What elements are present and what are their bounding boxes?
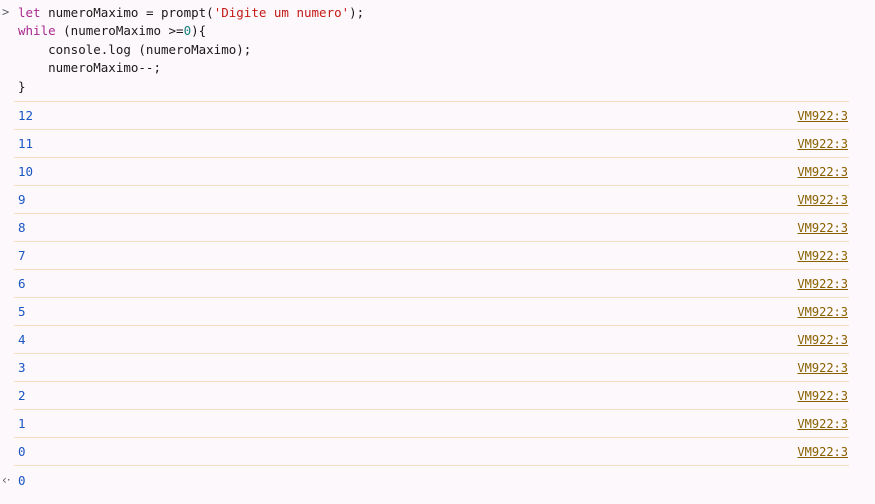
code-token: prompt( xyxy=(161,5,214,20)
console-source-link[interactable]: VM922:3 xyxy=(797,137,849,151)
code-token: 'Digite um numero' xyxy=(213,5,350,20)
code-token: (numeroMaximo >= xyxy=(63,23,184,39)
console-source-link[interactable]: VM922:3 xyxy=(797,417,849,431)
console-output-value: 1 xyxy=(18,416,26,432)
console-output-row: 10 VM922:3 xyxy=(14,158,849,187)
console-command-row[interactable]: > let numeroMaximo = prompt('Digite um n… xyxy=(2,0,849,103)
console-output-value: 5 xyxy=(18,304,26,320)
console-source-link[interactable]: VM922:3 xyxy=(797,389,849,403)
code-token: numeroMaximo--; xyxy=(18,60,161,76)
console-output-value: 4 xyxy=(18,332,26,348)
console-output-row: 12 VM922:3 xyxy=(14,102,849,131)
console-output-value: 12 xyxy=(18,108,34,124)
code-token: 0 xyxy=(183,23,192,39)
console-source-link[interactable]: VM922:3 xyxy=(797,445,849,459)
console-source-link[interactable]: VM922:3 xyxy=(797,305,849,319)
console-output-row: 7 VM922:3 xyxy=(14,242,849,271)
console-output-row: 11 VM922:3 xyxy=(14,130,849,159)
console-output-row: 5 VM922:3 xyxy=(14,298,849,327)
console-output-value: 8 xyxy=(18,220,26,236)
code-token: while xyxy=(18,23,64,39)
console-output-list: 12 VM922:3 11 VM922:3 10 VM922:3 9 VM922:3 8 VM92… xyxy=(0,102,875,467)
console-output-value: 3 xyxy=(18,360,26,376)
console-output-row: 6 VM922:3 xyxy=(14,270,849,299)
code-token: ){ xyxy=(191,23,207,39)
console-output-value: 6 xyxy=(18,276,26,292)
console-output-value: 2 xyxy=(18,388,26,404)
prompt-arrow-icon: > xyxy=(2,5,10,19)
code-token: ); xyxy=(349,5,365,20)
console-source-link[interactable]: VM922:3 xyxy=(797,221,849,235)
console-output-row: 1 VM922:3 xyxy=(14,410,849,439)
console-output-value: 0 xyxy=(18,444,26,460)
return-arrow-icon: ‹· xyxy=(2,473,11,488)
console-output-value: 7 xyxy=(18,248,26,264)
console-output-value: 11 xyxy=(18,136,34,152)
console-output-row: 4 VM922:3 xyxy=(14,326,849,355)
console-source-link[interactable]: VM922:3 xyxy=(797,277,849,291)
code-token: numeroMaximo = xyxy=(48,5,161,20)
console-source-link[interactable]: VM922:3 xyxy=(797,193,849,207)
console-output-row: 9 VM922:3 xyxy=(14,186,849,215)
console-output-value: 10 xyxy=(18,164,34,180)
console-output-row: 0 VM922:3 xyxy=(14,438,849,467)
console-return-value: 0 xyxy=(18,472,26,488)
code-token: console.log (numeroMaximo); xyxy=(18,41,252,57)
console-output-row: 2 VM922:3 xyxy=(14,382,849,411)
devtools-console-panel: > let numeroMaximo = prompt('Digite um n… xyxy=(0,0,875,504)
console-source-link[interactable]: VM922:3 xyxy=(797,361,849,375)
console-tail-spacer xyxy=(0,494,875,504)
console-source-link[interactable]: VM922:3 xyxy=(797,109,849,123)
console-source-link[interactable]: VM922:3 xyxy=(797,165,849,179)
code-token: let xyxy=(18,5,49,20)
console-output-value: 9 xyxy=(18,192,26,208)
console-source-link[interactable]: VM922:3 xyxy=(797,249,849,263)
console-input-code[interactable]: let numeroMaximo = prompt('Digite um num… xyxy=(14,4,849,96)
console-output-row: 3 VM922:3 xyxy=(14,354,849,383)
console-output-row: 8 VM922:3 xyxy=(14,214,849,243)
console-source-link[interactable]: VM922:3 xyxy=(797,333,849,347)
console-return-row: ‹· 0 xyxy=(2,466,849,494)
code-token: } xyxy=(18,78,26,94)
